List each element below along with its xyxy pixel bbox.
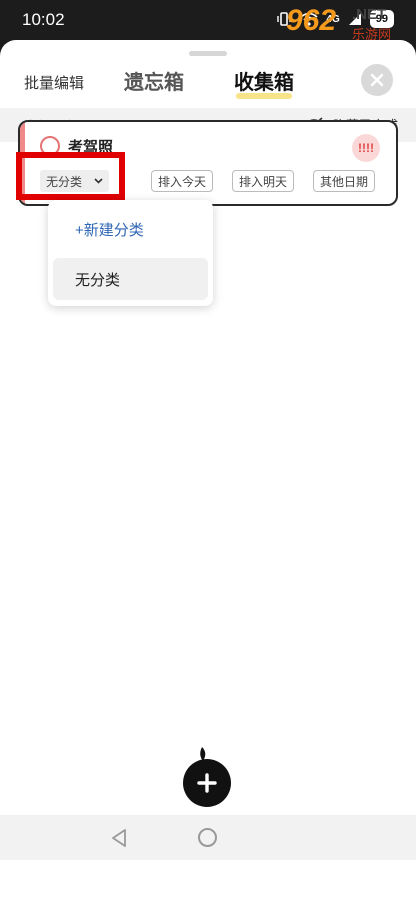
tab-collection-box[interactable]: 收集箱 xyxy=(234,66,294,95)
schedule-today-button[interactable]: 排入今天 xyxy=(151,170,214,192)
schedule-other-date-button[interactable]: 其他日期 xyxy=(313,170,376,192)
close-icon xyxy=(370,73,384,87)
tab-bar: 批量编辑 遗忘箱 收集箱 xyxy=(0,62,416,106)
highlight-box xyxy=(16,152,125,200)
sheet-drag-handle[interactable] xyxy=(189,51,227,56)
add-task-button[interactable] xyxy=(183,759,231,807)
tab-forget-box[interactable]: 遗忘箱 xyxy=(124,66,184,95)
system-nav-bar xyxy=(0,815,416,860)
plus-icon xyxy=(197,773,217,793)
back-icon[interactable] xyxy=(110,828,128,848)
priority-badge[interactable]: !!!! xyxy=(352,134,380,162)
no-category-menu-item[interactable]: 无分类 xyxy=(53,258,208,300)
watermark-logo-name: 乐游网 xyxy=(352,27,392,42)
watermark-logo-domain: .NET xyxy=(352,6,387,23)
status-time: 10:02 xyxy=(22,10,65,29)
category-dropdown-menu: +新建分类 无分类 xyxy=(48,200,213,306)
close-button[interactable] xyxy=(361,64,393,96)
schedule-tomorrow-button[interactable]: 排入明天 xyxy=(232,170,295,192)
watermark-logo-number: 962 xyxy=(286,4,337,37)
new-category-menu-item[interactable]: +新建分类 xyxy=(53,208,208,250)
batch-edit-button[interactable]: 批量编辑 xyxy=(24,72,84,93)
home-icon[interactable] xyxy=(198,828,217,847)
